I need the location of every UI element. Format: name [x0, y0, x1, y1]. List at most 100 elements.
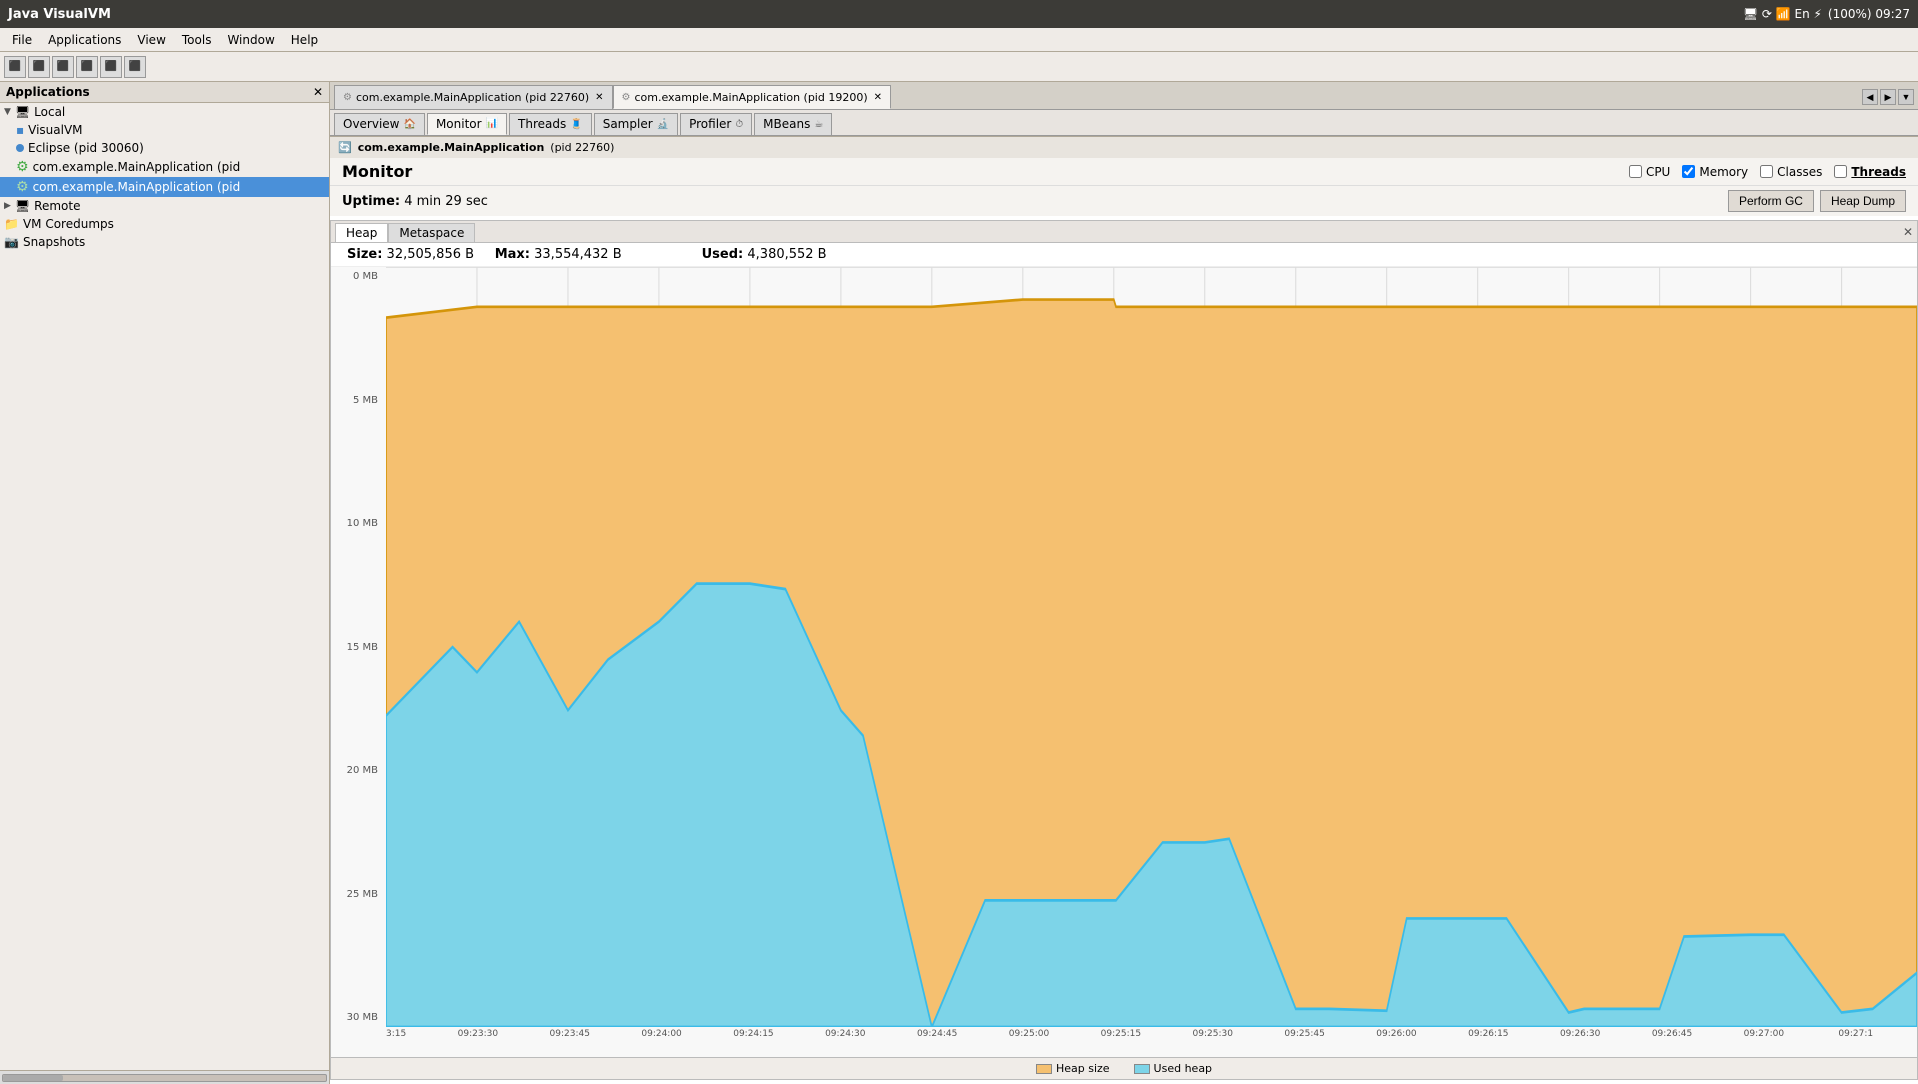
x-label-1: 09:23:30	[458, 1029, 498, 1039]
checkbox-memory[interactable]: Memory	[1682, 165, 1748, 179]
checkbox-threads[interactable]: Threads	[1834, 165, 1906, 179]
menu-help[interactable]: Help	[283, 31, 326, 49]
refresh-icon: 🔄	[338, 141, 352, 154]
cpu-label: CPU	[1646, 165, 1670, 179]
legend-heap-size-color	[1036, 1064, 1052, 1074]
sidebar-item-eclipse[interactable]: Eclipse (pid 30060)	[0, 139, 329, 157]
menu-applications[interactable]: Applications	[40, 31, 129, 49]
sidebar-item-remote[interactable]: ▶ 🖥 Remote	[0, 197, 329, 215]
toolbar-btn-5[interactable]: ⬛	[100, 56, 122, 78]
monitor-checkboxes: CPU Memory Classes Threads	[1629, 165, 1906, 179]
sidebar-item-local[interactable]: ▼ 🖥 Local	[0, 103, 329, 121]
inner-tabs: Overview 🏠 Monitor 📊 Threads 🧵 Sampler 🔬…	[330, 110, 1918, 136]
menu-tools[interactable]: Tools	[174, 31, 220, 49]
heap-tab-metaspace[interactable]: Metaspace	[388, 223, 475, 242]
tab-overview[interactable]: Overview 🏠	[334, 113, 425, 135]
sidebar-scrollbar[interactable]	[0, 1070, 329, 1084]
checkbox-classes[interactable]: Classes	[1760, 165, 1822, 179]
tab-scroll-right[interactable]: ▶	[1880, 89, 1896, 105]
threads-checkbox[interactable]	[1834, 165, 1847, 178]
mbeans-icon: ☕	[814, 119, 823, 130]
sidebar-item-app-19200[interactable]: ⚙ com.example.MainApplication (pid	[0, 177, 329, 197]
scrollbar-track[interactable]	[2, 1074, 327, 1082]
scrollbar-thumb[interactable]	[3, 1075, 63, 1081]
y-label-20: 20 MB	[335, 765, 382, 776]
classes-checkbox[interactable]	[1760, 165, 1773, 178]
x-label-3: 09:24:00	[641, 1029, 681, 1039]
tab-close-19200[interactable]: ✕	[874, 92, 882, 103]
sidebar-item-label: VM Coredumps	[23, 217, 114, 231]
menu-view[interactable]: View	[129, 31, 173, 49]
legend-used-heap: Used heap	[1134, 1062, 1213, 1075]
sidebar-item-label: Remote	[34, 199, 80, 213]
doc-tab-19200[interactable]: ⚙ com.example.MainApplication (pid 19200…	[613, 85, 892, 109]
tab-threads[interactable]: Threads 🧵	[509, 113, 592, 135]
tab-profiler-label: Profiler	[689, 117, 731, 131]
remote-icon: 🖥	[15, 199, 30, 213]
heap-stats: Size: 32,505,856 B Max: 33,554,432 B Use…	[331, 243, 1917, 267]
computer-icon: 🖥	[15, 105, 30, 119]
toolbar-btn-2[interactable]: ⬛	[28, 56, 50, 78]
used-label: Used:	[702, 247, 744, 262]
sidebar-item-label: com.example.MainApplication (pid	[33, 180, 241, 194]
systray: 🖥 ⟳ 📶 En ⚡ (100%) 09:27	[1743, 7, 1910, 21]
tab-sampler[interactable]: Sampler 🔬	[594, 113, 678, 135]
titlebar: Java VisualVM 🖥 ⟳ 📶 En ⚡ (100%) 09:27	[0, 0, 1918, 28]
memory-label: Memory	[1699, 165, 1748, 179]
sidebar-item-label: Eclipse (pid 30060)	[28, 141, 144, 155]
monitor-content: Monitor CPU Memory Classes	[330, 158, 1918, 1084]
sidebar-item-app-22760[interactable]: ⚙ com.example.MainApplication (pid	[0, 157, 329, 177]
toolbar: ⬛ ⬛ ⬛ ⬛ ⬛ ⬛	[0, 52, 1918, 82]
toolbar-btn-3[interactable]: ⬛	[52, 56, 74, 78]
x-label-5: 09:24:30	[825, 1029, 865, 1039]
menu-window[interactable]: Window	[219, 31, 282, 49]
sidebar-item-snapshots[interactable]: 📷 Snapshots	[0, 233, 329, 251]
x-label-2: 09:23:45	[550, 1029, 590, 1039]
x-label-14: 09:26:45	[1652, 1029, 1692, 1039]
chart-svg-area	[386, 267, 1917, 1027]
tab-close-22760[interactable]: ✕	[595, 92, 603, 103]
heap-dump-button[interactable]: Heap Dump	[1820, 190, 1906, 212]
battery-status: (100%) 09:27	[1828, 7, 1910, 21]
heap-tab-heap[interactable]: Heap	[335, 223, 388, 242]
sidebar: Applications ✕ ▼ 🖥 Local ▪ VisualVM Ecli…	[0, 82, 330, 1084]
toolbar-btn-4[interactable]: ⬛	[76, 56, 98, 78]
x-label-8: 09:25:15	[1101, 1029, 1141, 1039]
menu-file[interactable]: File	[4, 31, 40, 49]
checkbox-cpu[interactable]: CPU	[1629, 165, 1670, 179]
sidebar-title: Applications	[6, 85, 90, 99]
x-label-15: 09:27:00	[1744, 1029, 1784, 1039]
doc-tab-22760[interactable]: ⚙ com.example.MainApplication (pid 22760…	[334, 85, 613, 109]
used-value: 4,380,552 B	[747, 247, 826, 262]
doc-tab-label-19200: com.example.MainApplication (pid 19200)	[634, 91, 867, 104]
content-area: ⚙ com.example.MainApplication (pid 22760…	[330, 82, 1918, 1084]
x-label-13: 09:26:30	[1560, 1029, 1600, 1039]
status-bar: 🔄 com.example.MainApplication (pid 22760…	[330, 136, 1918, 158]
legend-heap-size: Heap size	[1036, 1062, 1110, 1075]
memory-checkbox[interactable]	[1682, 165, 1695, 178]
heap-chart-close[interactable]: ✕	[1903, 225, 1913, 239]
classes-label: Classes	[1777, 165, 1822, 179]
size-label: Size:	[347, 247, 382, 262]
status-pid: (pid 22760)	[550, 141, 614, 154]
sidebar-close-btn[interactable]: ✕	[313, 85, 323, 99]
tab-dropdown[interactable]: ▼	[1898, 89, 1914, 105]
x-label-7: 09:25:00	[1009, 1029, 1049, 1039]
y-label-25: 25 MB	[335, 889, 382, 900]
sidebar-item-label: com.example.MainApplication (pid	[33, 160, 241, 174]
tab-scroll-left[interactable]: ◀	[1862, 89, 1878, 105]
toolbar-btn-1[interactable]: ⬛	[4, 56, 26, 78]
tab-profiler[interactable]: Profiler ⏱	[680, 113, 752, 135]
x-label-16: 09:27:1	[1838, 1029, 1873, 1039]
perform-gc-button[interactable]: Perform GC	[1728, 190, 1814, 212]
sidebar-item-visualvm[interactable]: ▪ VisualVM	[0, 121, 329, 139]
main-layout: Applications ✕ ▼ 🖥 Local ▪ VisualVM Ecli…	[0, 82, 1918, 1084]
tab-monitor[interactable]: Monitor 📊	[427, 113, 507, 135]
toolbar-btn-6[interactable]: ⬛	[124, 56, 146, 78]
threads-label: Threads	[1851, 165, 1906, 179]
sidebar-item-vm-coredumps[interactable]: 📁 VM Coredumps	[0, 215, 329, 233]
app-circle-icon	[16, 144, 24, 152]
tab-mbeans[interactable]: MBeans ☕	[754, 113, 832, 135]
legend-used-heap-color	[1134, 1064, 1150, 1074]
cpu-checkbox[interactable]	[1629, 165, 1642, 178]
